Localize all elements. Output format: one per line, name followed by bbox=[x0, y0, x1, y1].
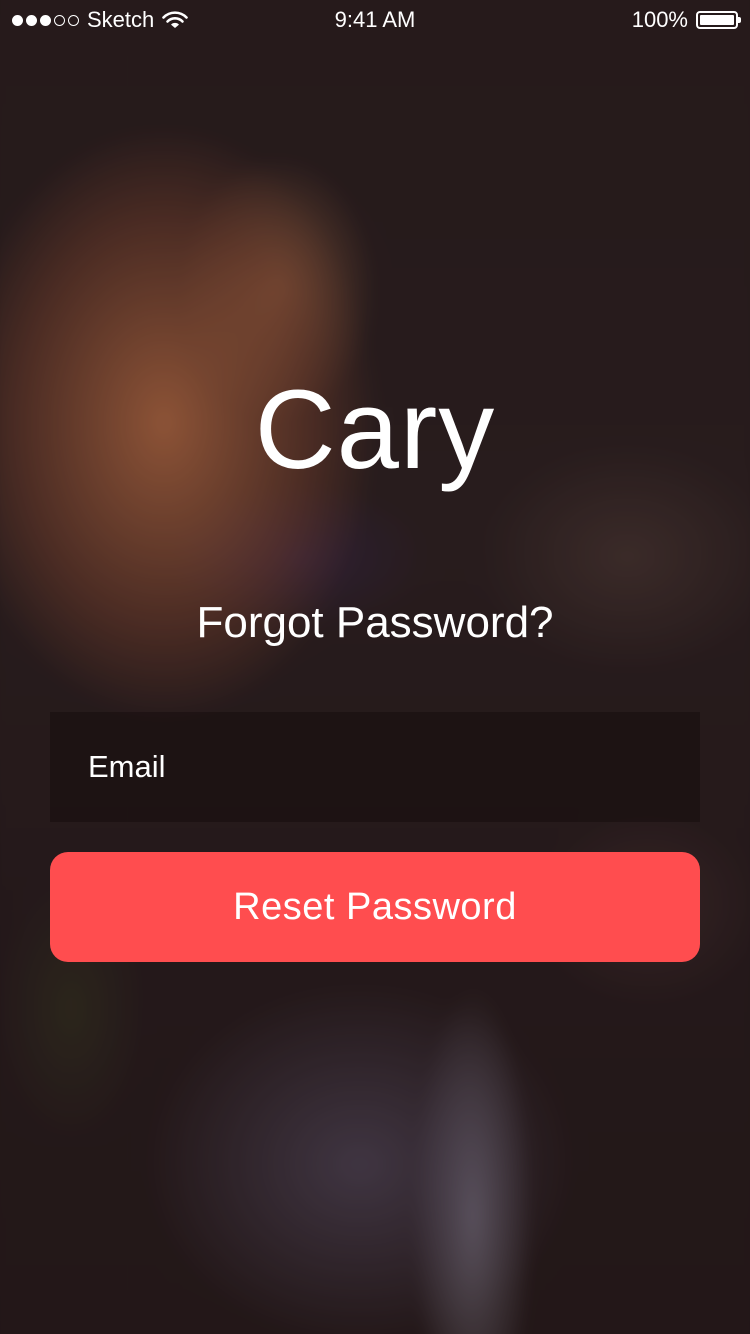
battery-icon bbox=[696, 11, 741, 29]
email-field[interactable] bbox=[50, 712, 700, 822]
page-subtitle: Forgot Password? bbox=[196, 598, 554, 647]
background-overlay bbox=[0, 0, 750, 1334]
reset-password-button[interactable]: Reset Password bbox=[50, 852, 700, 962]
battery-percent: 100% bbox=[631, 7, 688, 32]
battery-cap bbox=[738, 17, 741, 23]
forgot-password-screen: Sketch 9:41 AM 100% Cary Forgot Password… bbox=[0, 0, 750, 1334]
battery-fill bbox=[700, 15, 734, 25]
status-bar: Sketch 9:41 AM 100% bbox=[0, 0, 750, 40]
email-input[interactable] bbox=[88, 749, 662, 785]
app-title: Cary bbox=[254, 367, 496, 492]
status-right: 100% bbox=[631, 0, 741, 40]
